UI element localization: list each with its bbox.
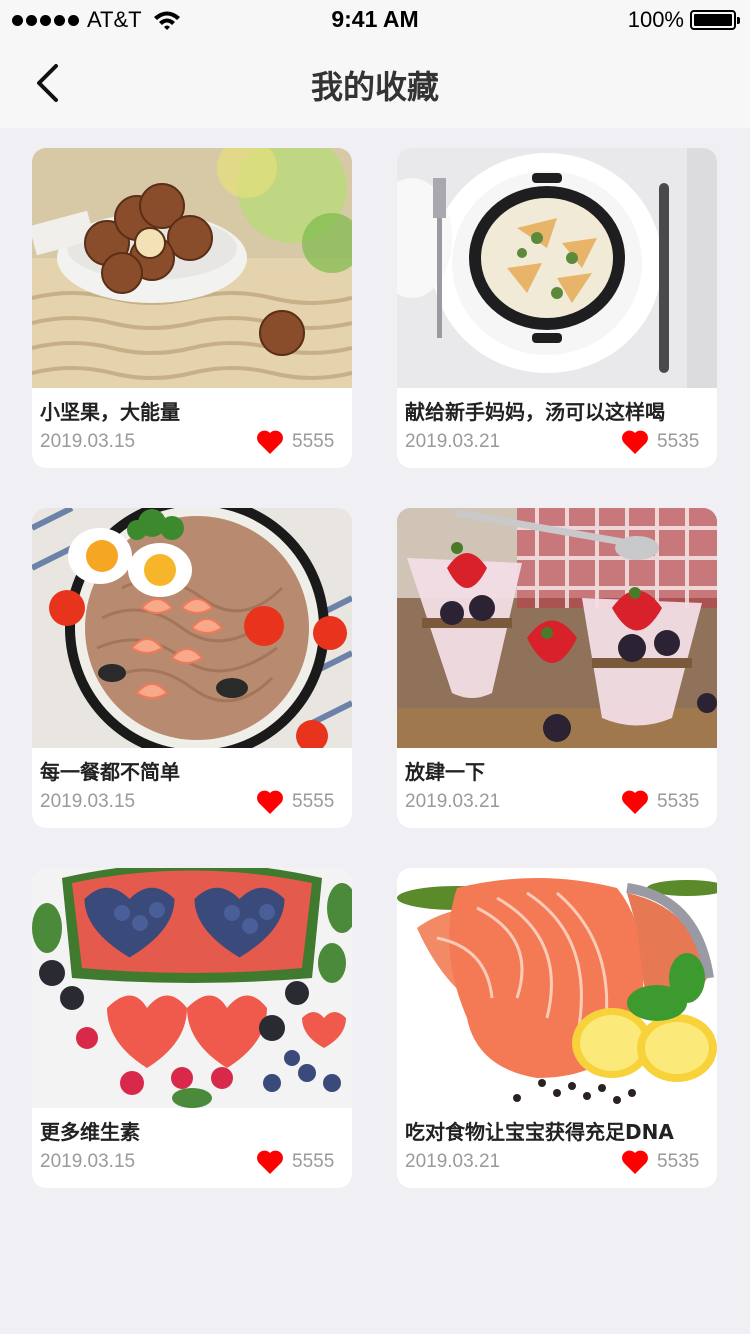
card-title: 吃对食物让宝宝获得充足DNA	[405, 1120, 674, 1142]
card-title: 放肆一下	[405, 760, 485, 782]
heart-icon[interactable]	[256, 789, 284, 815]
heart-icon[interactable]	[621, 1149, 649, 1175]
heart-icon[interactable]	[256, 429, 284, 455]
battery-icon	[690, 10, 740, 30]
risotto-pot-photo	[397, 148, 717, 388]
card-date: 2019.03.15	[40, 431, 136, 452]
card-title: 每一餐都不简单	[40, 760, 180, 782]
card-title: 献给新手妈妈，汤可以这样喝	[405, 400, 665, 422]
favorite-card[interactable]: 吃对食物让宝宝获得充足DNA 2019.03.21 5535	[397, 868, 717, 1188]
card-date: 2019.03.15	[40, 791, 136, 812]
berry-yogurt-parfait-photo	[397, 508, 717, 748]
favorite-card[interactable]: 更多维生素 2019.03.15 5555	[32, 868, 352, 1188]
card-date: 2019.03.15	[40, 1151, 136, 1172]
like-count: 5535	[657, 431, 700, 452]
status-bar: AT&T 9:41 AM 100%	[0, 0, 750, 40]
favorite-card[interactable]: 放肆一下 2019.03.21 5535	[397, 508, 717, 828]
favorites-grid: 小坚果，大能量 2019.03.15 5555 献给新手妈妈，汤可以这样喝 20…	[32, 148, 718, 1188]
heart-icon[interactable]	[621, 429, 649, 455]
card-date: 2019.03.21	[405, 1151, 501, 1172]
macadamia-nuts-photo	[32, 148, 352, 388]
card-date: 2019.03.21	[405, 791, 501, 812]
shrimp-noodle-bowl-photo	[32, 508, 352, 748]
favorite-card[interactable]: 献给新手妈妈，汤可以这样喝 2019.03.21 5535	[397, 148, 717, 468]
card-title: 更多维生素	[40, 1120, 140, 1142]
like-count: 5555	[292, 791, 335, 812]
like-count: 5555	[292, 431, 335, 452]
like-count: 5535	[657, 791, 700, 812]
battery-percentage: 100%	[627, 7, 684, 32]
card-title: 小坚果，大能量	[40, 400, 180, 422]
favorite-card[interactable]: 小坚果，大能量 2019.03.15 5555	[32, 148, 352, 468]
heart-icon[interactable]	[621, 789, 649, 815]
like-count: 5555	[292, 1151, 335, 1172]
watermelon-berries-photo	[32, 868, 352, 1108]
heart-icon[interactable]	[256, 1149, 284, 1175]
favorite-card[interactable]: 每一餐都不简单 2019.03.15 5555	[32, 508, 352, 828]
salmon-steak-photo	[397, 868, 717, 1108]
page-title: 我的收藏	[310, 68, 439, 106]
navigation-bar: 我的收藏	[0, 40, 750, 128]
like-count: 5535	[657, 1151, 700, 1172]
card-date: 2019.03.21	[405, 431, 501, 452]
